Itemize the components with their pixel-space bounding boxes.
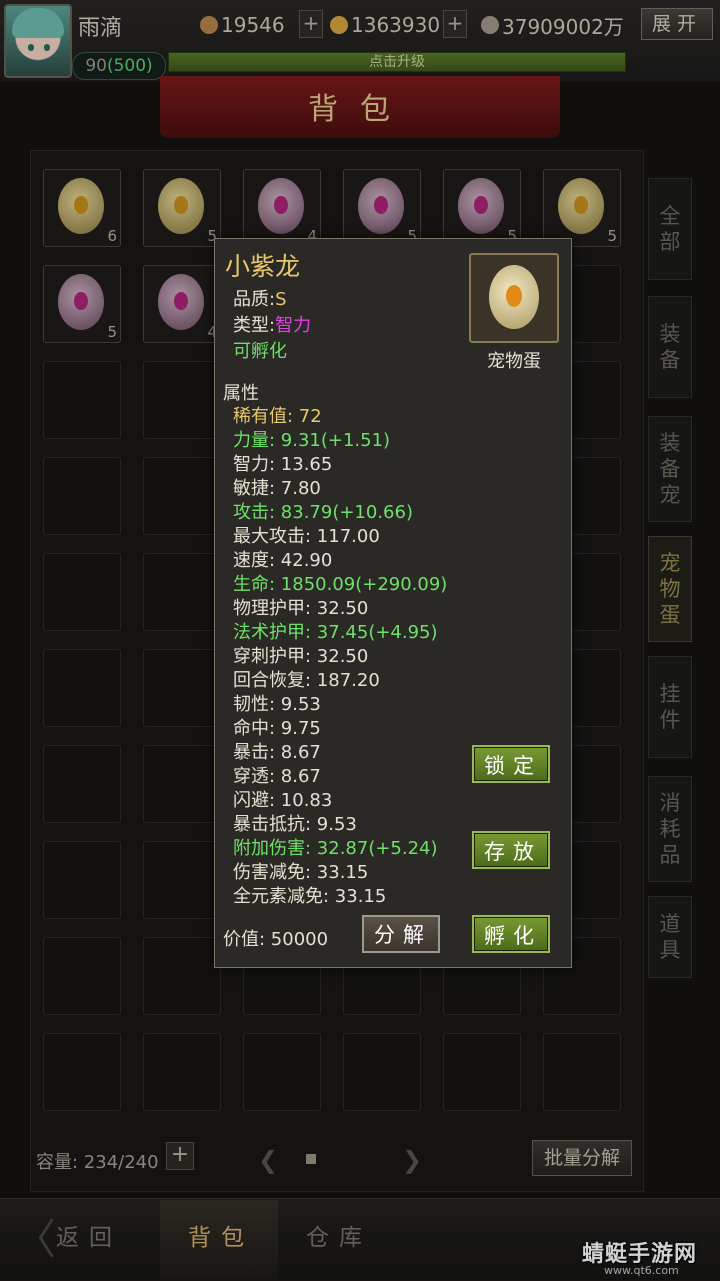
attribute-row: 智力: 13.65 [233, 454, 333, 475]
attribute-row: 暴击: 8.67 [233, 742, 321, 763]
item-type: 类型:智力 [233, 311, 311, 337]
type-label: 类型: [233, 315, 276, 336]
type-value: 智力 [275, 315, 312, 336]
pet-egg-icon [489, 265, 539, 329]
attribute-row: 穿刺护甲: 32.50 [233, 646, 369, 667]
attribute-row: 攻击: 83.79(+10.66) [233, 502, 413, 523]
store-button[interactable]: 存放 [472, 831, 550, 869]
quality-label: 品质: [233, 289, 276, 310]
attribute-row: 敏捷: 7.80 [233, 478, 321, 499]
hatch-button[interactable]: 孵化 [472, 915, 550, 953]
attribute-row: 稀有值: 72 [233, 406, 322, 427]
item-value: 价值: 50000 [223, 929, 329, 950]
attribute-row: 韧性: 9.53 [233, 694, 321, 715]
item-detail-popup: 小紫龙 品质:S 类型:智力 可孵化 宠物蛋 属性 稀有值: 72 力量: 9.3… [214, 238, 572, 968]
attribute-row: 物理护甲: 32.50 [233, 598, 369, 619]
item-kind: 宠物蛋 [487, 351, 541, 372]
attribute-row: 全元素减免: 33.15 [233, 886, 387, 907]
item-hatchable: 可孵化 [233, 341, 287, 362]
attribute-row: 暴击抵抗: 9.53 [233, 814, 357, 835]
attribute-row: 穿透: 8.67 [233, 766, 321, 787]
quality-value: S [275, 289, 287, 310]
lock-button[interactable]: 锁定 [472, 745, 550, 783]
attribute-row: 最大攻击: 117.00 [233, 526, 380, 547]
attribute-row: 伤害减免: 33.15 [233, 862, 369, 883]
attribute-row: 速度: 42.90 [233, 550, 333, 571]
attribute-list: 稀有值: 72 力量: 9.31(+1.51) 智力: 13.65 敏捷: 7.80 攻… [233, 405, 447, 909]
item-name: 小紫龙 [225, 252, 301, 281]
decompose-button[interactable]: 分解 [362, 915, 440, 953]
item-quality: 品质:S [233, 285, 287, 311]
attribute-row: 命中: 9.75 [233, 718, 321, 739]
attribute-row: 生命: 1850.09(+290.09) [233, 574, 448, 595]
attribute-row: 力量: 9.31(+1.51) [233, 430, 391, 451]
attribute-row: 闪避: 10.83 [233, 790, 333, 811]
egg-dragon-mark [506, 285, 522, 307]
item-icon-frame [469, 253, 559, 343]
attribute-row: 附加伤害: 32.87(+5.24) [233, 838, 438, 859]
attribute-row: 法术护甲: 37.45(+4.95) [233, 622, 438, 643]
attribute-row: 回合恢复: 187.20 [233, 670, 380, 691]
attributes-title: 属性 [223, 383, 259, 404]
